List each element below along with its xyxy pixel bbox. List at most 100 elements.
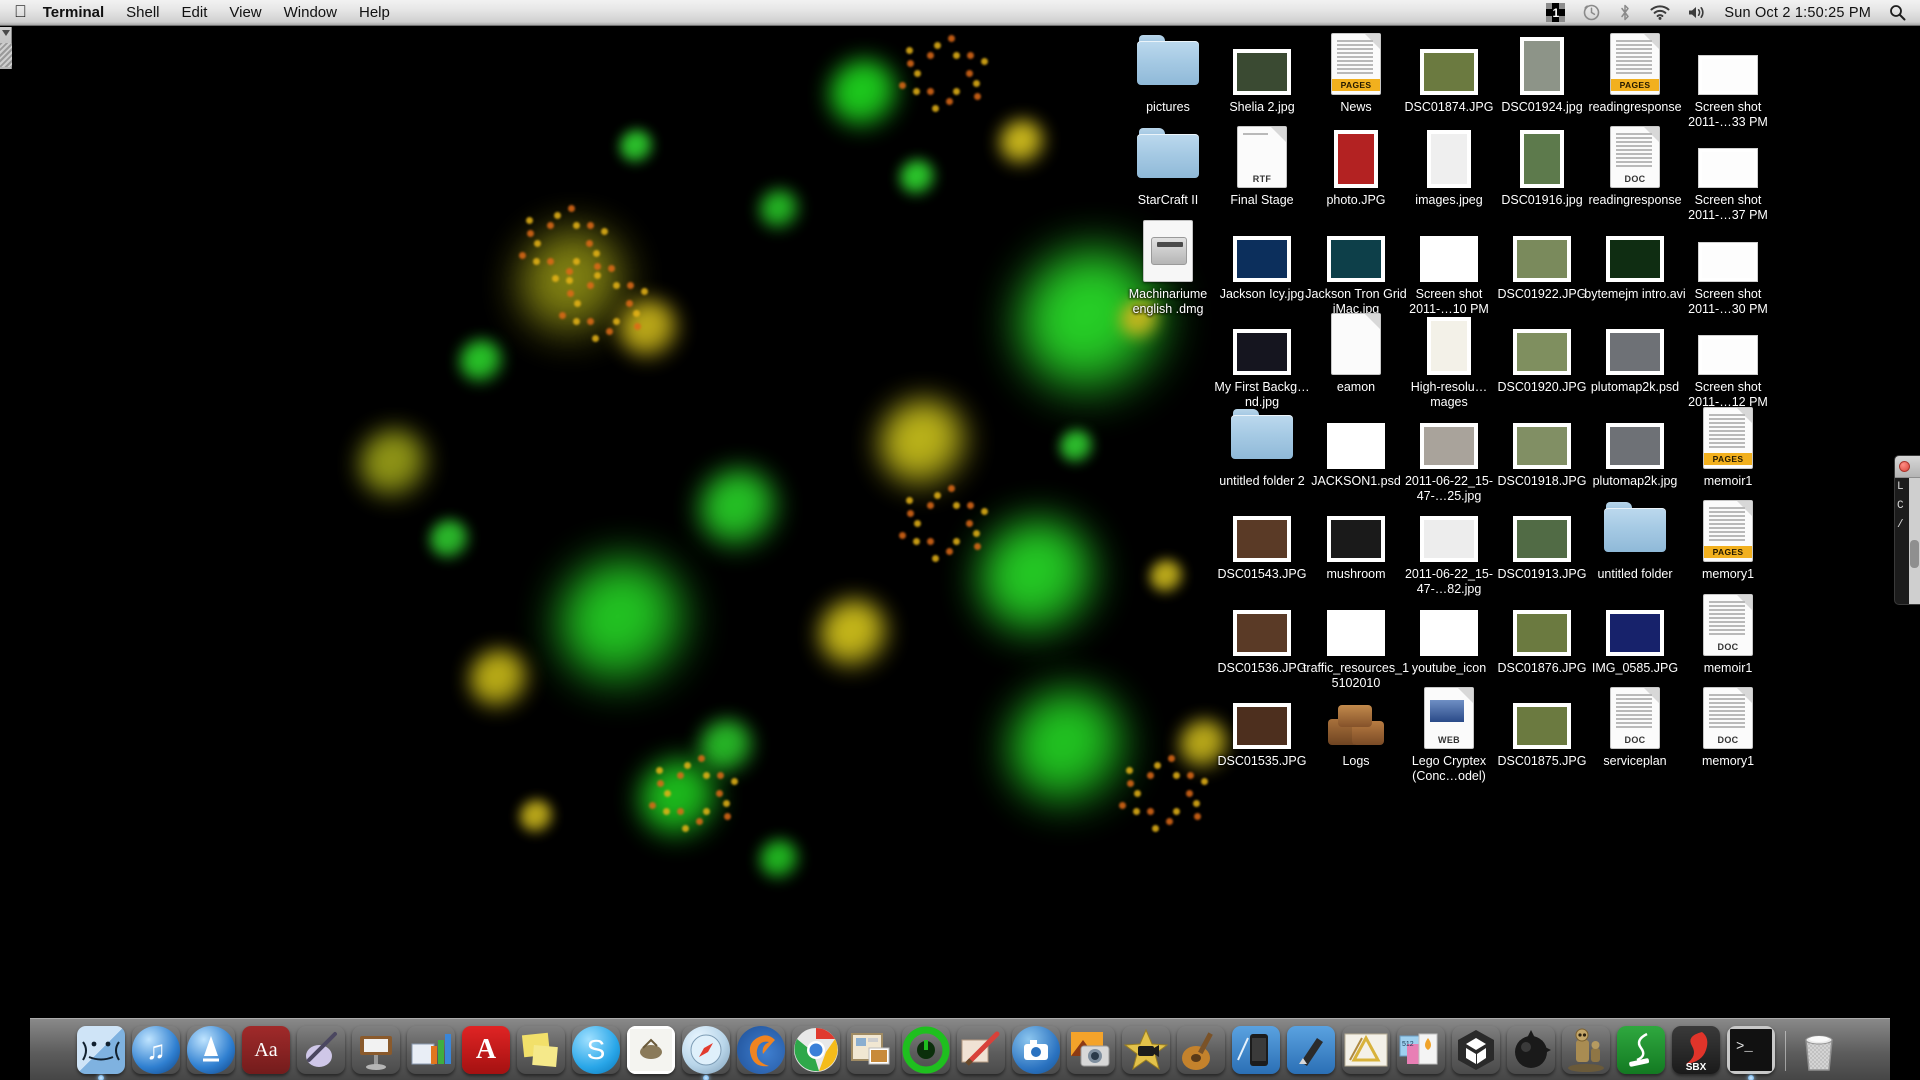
photo-thumbnail-icon xyxy=(1520,37,1564,95)
menu-item-terminal[interactable]: Terminal xyxy=(43,4,104,21)
desktop-icon-label: DSC01916.jpg xyxy=(1501,193,1582,208)
spaces-indicator-icon[interactable]: 1 xyxy=(1546,3,1565,22)
dock-item-blender[interactable] xyxy=(1505,1022,1557,1074)
pages-document-icon: PAGES xyxy=(1331,33,1381,95)
menu-item-help[interactable]: Help xyxy=(359,4,390,21)
dock-item-terminal[interactable]: >_ xyxy=(1725,1022,1777,1074)
bluetooth-icon[interactable] xyxy=(1618,4,1632,21)
desktop-icon-image xyxy=(1136,218,1200,282)
scrollbar-grip[interactable] xyxy=(0,43,12,67)
photo-thumbnail-icon xyxy=(1233,49,1291,95)
desktop-icon[interactable]: DOC memory1 xyxy=(1672,685,1784,769)
dock-item-numbers[interactable] xyxy=(405,1022,457,1074)
dock-item-vuze[interactable] xyxy=(900,1022,952,1074)
running-indicator xyxy=(703,1075,709,1080)
volume-icon[interactable] xyxy=(1688,5,1706,20)
background-window-scrollbar-fragment[interactable] xyxy=(0,27,12,69)
apple-menu-icon[interactable]:  xyxy=(14,3,27,20)
photo-thumbnail-icon xyxy=(1233,329,1291,375)
photo-thumbnail-icon xyxy=(1327,423,1385,469)
dock-item-dictionary[interactable]: Aa xyxy=(240,1022,292,1074)
dock-item-finder[interactable] xyxy=(75,1022,127,1074)
dock-item-trash[interactable] xyxy=(1793,1022,1845,1074)
desktop-icon[interactable]: PAGES memory1 xyxy=(1672,498,1784,582)
dock-item-machinarium[interactable] xyxy=(1560,1022,1612,1074)
word-document-icon: DOC xyxy=(1703,687,1753,749)
photo-thumbnail-icon xyxy=(1420,236,1478,282)
desktop-icon-label: News xyxy=(1340,100,1371,115)
time-machine-icon[interactable] xyxy=(1583,4,1600,21)
dock-item-mail[interactable] xyxy=(625,1022,677,1074)
dock-item-isketch[interactable] xyxy=(955,1022,1007,1074)
dock-item-interface-builder[interactable] xyxy=(1340,1022,1392,1074)
dock-separator xyxy=(1780,1028,1790,1074)
dock-item-stickies[interactable] xyxy=(515,1022,567,1074)
desktop-icon-label: DSC01876.JPG xyxy=(1498,661,1587,676)
scroll-down-arrow-icon[interactable] xyxy=(2,30,10,36)
desktop-icon-label: mushroom xyxy=(1326,567,1385,582)
dock-item-photo-booth[interactable] xyxy=(1010,1022,1062,1074)
dock-item-adobe-reader[interactable]: A xyxy=(460,1022,512,1074)
dock-item-ios-simulator[interactable] xyxy=(1230,1022,1282,1074)
search-icon[interactable] xyxy=(1889,4,1906,21)
desktop-icon-image xyxy=(1510,592,1574,656)
desktop-icon-label: eamon xyxy=(1337,380,1375,395)
desktop-icon-label: readingresponse xyxy=(1588,100,1681,115)
desktop-icon[interactable]: Screen shot 2011-…33 PM xyxy=(1672,31,1784,129)
dock-item-unity[interactable] xyxy=(1450,1022,1502,1074)
dock-item-sbx[interactable]: SBX xyxy=(1670,1022,1722,1074)
desktop-icon-label: DSC01543.JPG xyxy=(1218,567,1307,582)
desktop-icon[interactable]: Screen shot 2011-…30 PM xyxy=(1672,218,1784,316)
desktop-icon[interactable]: Screen shot 2011-…12 PM xyxy=(1672,311,1784,409)
pages-document-icon: PAGES xyxy=(1610,33,1660,95)
desktop-icon-image xyxy=(1603,311,1667,375)
desktop-icon[interactable]: PAGES memoir1 xyxy=(1672,405,1784,489)
window-titlebar[interactable] xyxy=(1895,456,1920,478)
iweb-icon xyxy=(847,1026,895,1074)
close-icon[interactable] xyxy=(1899,461,1910,472)
dock-item-skype[interactable]: S xyxy=(570,1022,622,1074)
dock-item-garageband[interactable] xyxy=(1175,1022,1227,1074)
app-store-icon xyxy=(187,1026,235,1074)
desktop-icon[interactable]: Screen shot 2011-…37 PM xyxy=(1672,124,1784,222)
menu-item-window[interactable]: Window xyxy=(284,4,337,21)
dock-item-firefox[interactable] xyxy=(735,1022,787,1074)
menu-item-edit[interactable]: Edit xyxy=(182,4,208,21)
dock-item-iphoto[interactable] xyxy=(1065,1022,1117,1074)
dock-item-cleanmymac[interactable] xyxy=(1615,1022,1667,1074)
dock-item-app-store[interactable] xyxy=(185,1022,237,1074)
desktop-icon-label: plutomap2k.psd xyxy=(1591,380,1679,395)
wifi-icon[interactable] xyxy=(1650,5,1670,20)
dock-item-imovie[interactable] xyxy=(1120,1022,1172,1074)
running-indicator xyxy=(1748,1075,1754,1080)
desktop-icon-image: DOC xyxy=(1696,685,1760,749)
dock-item-xcode[interactable] xyxy=(1285,1022,1337,1074)
window-scrollbar[interactable] xyxy=(1909,478,1920,604)
dock-item-keynote[interactable] xyxy=(350,1022,402,1074)
menu-bar-clock[interactable]: Sun Oct 2 1:50:25 PM xyxy=(1724,5,1871,21)
dock-item-safari[interactable] xyxy=(680,1022,732,1074)
dock-item-icon-composer[interactable]: 512 xyxy=(1395,1022,1447,1074)
menu-item-view[interactable]: View xyxy=(229,4,261,21)
dock-item-chrome[interactable] xyxy=(790,1022,842,1074)
screenshot-thumbnail-icon xyxy=(1698,148,1758,188)
dock-item-iweb[interactable] xyxy=(845,1022,897,1074)
desktop-icon-image: DOC xyxy=(1603,124,1667,188)
desktop-icon-image xyxy=(1230,405,1294,469)
icon-composer-icon: 512 xyxy=(1397,1026,1445,1074)
desktop-icon-image xyxy=(1230,218,1294,282)
dock-item-pages[interactable] xyxy=(295,1022,347,1074)
menu-bar-status-area: 1 xyxy=(1546,3,1920,22)
firefox-icon xyxy=(737,1026,785,1074)
desktop-icon-image xyxy=(1510,311,1574,375)
svg-text:512: 512 xyxy=(1402,1041,1414,1048)
background-terminal-window[interactable]: L C / xyxy=(1894,455,1920,605)
desktop-icon-image xyxy=(1696,311,1760,375)
photo-thumbnail-icon xyxy=(1513,703,1571,749)
desktop-icon-label: StarCraft II xyxy=(1138,193,1198,208)
photo-thumbnail-icon xyxy=(1606,423,1664,469)
desktop-icon[interactable]: DOC memoir1 xyxy=(1672,592,1784,676)
dock: ♫ Aa xyxy=(0,988,1920,1080)
dock-item-itunes[interactable]: ♫ xyxy=(130,1022,182,1074)
menu-item-shell[interactable]: Shell xyxy=(126,4,159,21)
